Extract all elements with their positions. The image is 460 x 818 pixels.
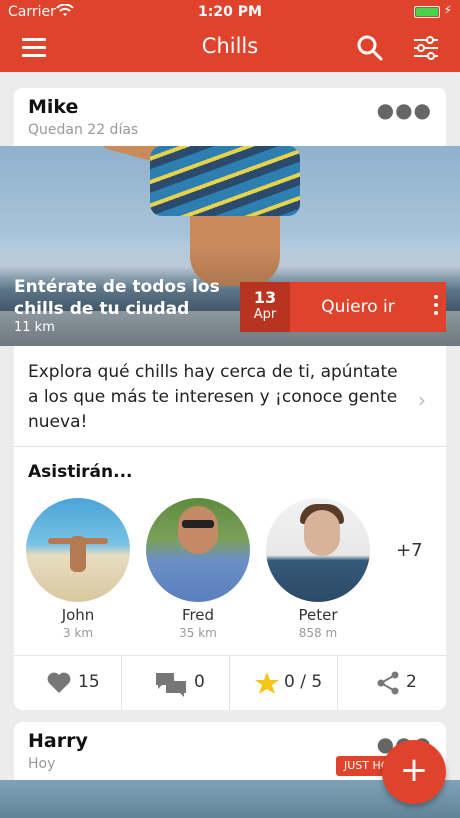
battery-icon — [414, 6, 440, 18]
star-icon — [255, 672, 279, 694]
search-icon[interactable] — [356, 34, 384, 62]
share-count: 2 — [406, 672, 417, 692]
like-button[interactable]: 15 — [14, 656, 122, 710]
event-action-box: 13 Apr Quiero ir — [240, 282, 446, 332]
event-date: 13 Apr — [240, 282, 290, 332]
attendee-fred[interactable]: Fred 35 km — [146, 498, 250, 640]
event-month: Apr — [253, 307, 277, 322]
divider — [14, 446, 446, 447]
attendee-peter[interactable]: Peter 858 m — [266, 498, 370, 640]
chevron-right-icon[interactable]: › — [418, 388, 426, 412]
author-name[interactable]: Mike — [28, 96, 78, 118]
author-name[interactable]: Harry — [28, 730, 88, 752]
rating-value: 0 / 5 — [284, 672, 323, 692]
charging-icon: ⚡ — [443, 3, 452, 17]
rating-button[interactable]: 0 / 5 — [230, 656, 338, 710]
attendee-name: John — [61, 606, 95, 624]
action-bar: 15 0 0 / 5 2 — [14, 656, 446, 710]
avatar — [146, 498, 250, 602]
heart-icon — [47, 672, 71, 693]
attendee-name: Peter — [298, 606, 338, 624]
more-attendees-count[interactable]: +7 — [396, 540, 423, 561]
comments-icon — [156, 673, 186, 697]
share-button[interactable]: 2 — [338, 656, 446, 710]
avatar — [266, 498, 370, 602]
join-button[interactable]: Quiero ir — [290, 282, 426, 332]
filter-icon[interactable] — [412, 35, 440, 61]
avatar — [26, 498, 130, 602]
more-options-icon[interactable] — [432, 295, 440, 319]
event-title: Entérate de todos los chills de tu ciuda… — [14, 277, 220, 319]
description: Explora qué chills hay cerca de ti, apún… — [28, 362, 398, 432]
plus-icon: + — [399, 750, 429, 790]
add-chill-button[interactable]: + — [382, 740, 446, 804]
event-hero-image[interactable]: Entérate de todos los chills de tu ciuda… — [0, 146, 460, 346]
attendee-john[interactable]: John 3 km — [26, 498, 130, 640]
comment-count: 0 — [194, 672, 205, 692]
time-remaining: Quedan 22 días — [28, 122, 139, 138]
event-distance: 11 km — [14, 320, 55, 335]
attendee-name: Fred — [181, 606, 215, 624]
clock: 1:20 PM — [198, 4, 262, 20]
share-icon — [377, 671, 399, 695]
page-title: Chills — [201, 34, 259, 58]
like-count: 15 — [78, 672, 100, 692]
comment-button[interactable]: 0 — [122, 656, 230, 710]
post-date: Hoy — [28, 756, 56, 772]
more-icon[interactable]: ●●● — [377, 98, 432, 122]
event-day: 13 — [253, 288, 277, 307]
attendee-distance: 858 m — [298, 626, 338, 640]
status-bar: Carrier 1:20 PM ⚡ — [0, 0, 460, 24]
attendee-distance: 35 km — [179, 626, 217, 640]
top-navbar: Chills — [0, 24, 460, 72]
attendees-title: Asistirán... — [28, 462, 133, 482]
attendee-distance: 3 km — [62, 626, 94, 640]
